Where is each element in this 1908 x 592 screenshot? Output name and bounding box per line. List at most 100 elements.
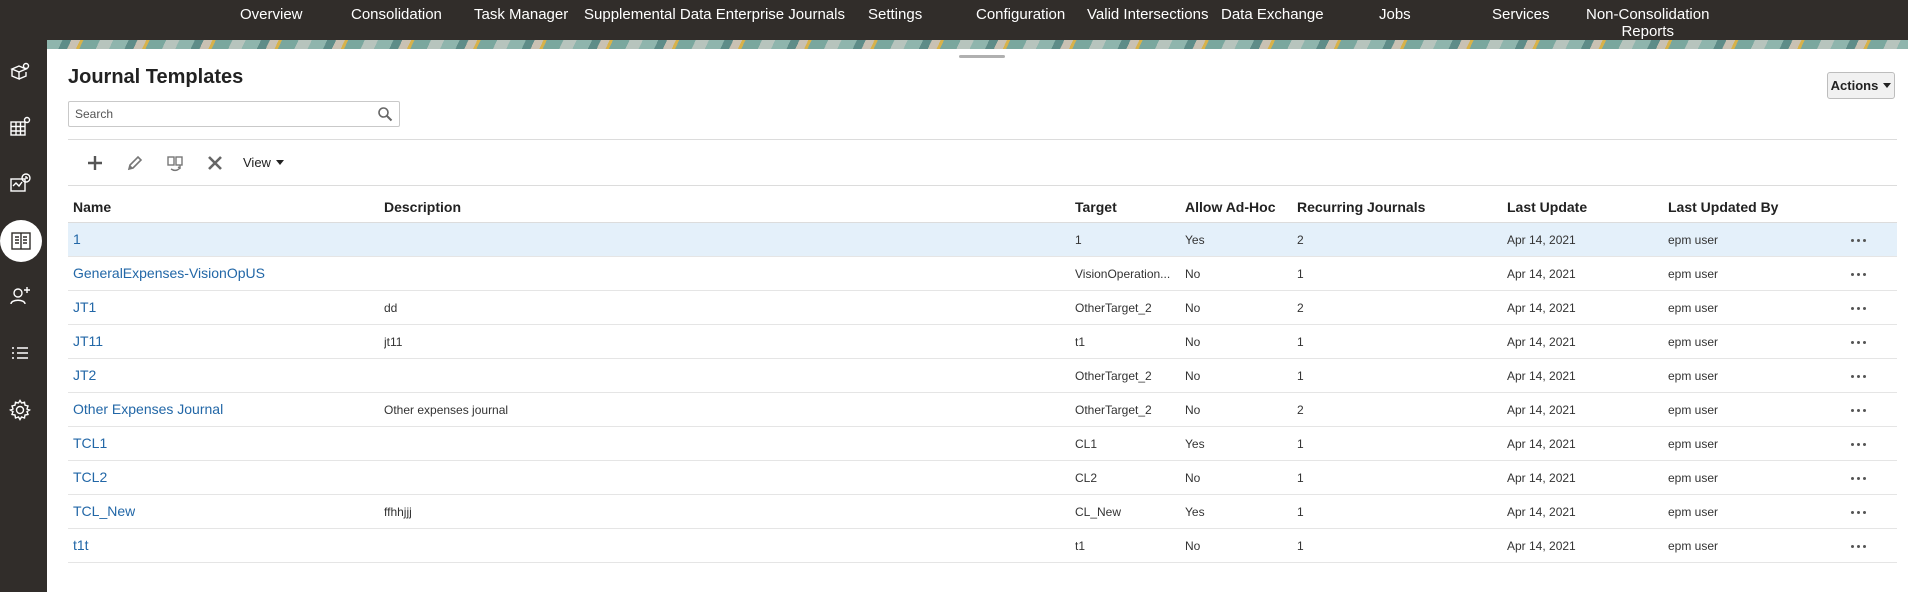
row-actions-more-icon[interactable]	[1846, 503, 1870, 521]
cell-recurring-journals: 2	[1297, 233, 1304, 247]
table-row[interactable]: TCL_New ffhhjjj CL_New Yes 1 Apr 14, 202…	[68, 495, 1897, 529]
table-header: Name Description Target Allow Ad-Hoc Rec…	[68, 191, 1897, 223]
template-name-link[interactable]: TCL2	[73, 469, 107, 485]
template-name-link[interactable]: 1	[73, 231, 81, 247]
cell-allow-adhoc: Yes	[1185, 233, 1205, 247]
nav-non-consolidation-reports[interactable]: Non-Consolidation Reports	[1586, 6, 1709, 40]
column-header-target[interactable]: Target	[1075, 199, 1117, 215]
nav-valid-intersections[interactable]: Valid Intersections	[1087, 6, 1208, 23]
table-row[interactable]: TCL1 CL1 Yes 1 Apr 14, 2021 epm user	[68, 427, 1897, 461]
left-navigation-rail	[0, 40, 47, 592]
actions-menu-button[interactable]: Actions	[1827, 72, 1895, 99]
template-name-link[interactable]: GeneralExpenses-VisionOpUS	[73, 265, 265, 281]
chevron-down-icon	[275, 160, 284, 165]
table-settings-icon[interactable]	[0, 107, 40, 147]
table-row[interactable]: GeneralExpenses-VisionOpUS VisionOperati…	[68, 257, 1897, 291]
cell-recurring-journals: 1	[1297, 471, 1304, 485]
book-icon[interactable]	[0, 220, 42, 262]
cell-description: Other expenses journal	[384, 403, 509, 417]
cell-last-update: Apr 14, 2021	[1507, 505, 1576, 519]
template-name-link[interactable]: JT11	[73, 333, 103, 349]
row-actions-more-icon[interactable]	[1846, 435, 1870, 453]
column-header-allow-adhoc[interactable]: Allow Ad-Hoc	[1185, 199, 1275, 215]
cube-location-icon[interactable]	[0, 52, 40, 92]
add-button[interactable]	[82, 150, 108, 176]
cell-recurring-journals: 2	[1297, 301, 1304, 315]
table-row[interactable]: t1t t1 No 1 Apr 14, 2021 epm user	[68, 529, 1897, 563]
table-row[interactable]: JT1 dd OtherTarget_2 No 2 Apr 14, 2021 e…	[68, 291, 1897, 325]
nav-non-consolidation-line1: Non-Consolidation	[1586, 6, 1710, 23]
row-actions-more-icon[interactable]	[1846, 231, 1870, 249]
cell-description: ffhhjjj	[384, 505, 412, 519]
row-actions-more-icon[interactable]	[1846, 537, 1870, 555]
cell-last-update: Apr 14, 2021	[1507, 301, 1576, 315]
table-row[interactable]: TCL2 CL2 No 1 Apr 14, 2021 epm user	[68, 461, 1897, 495]
page-title: Journal Templates	[68, 66, 244, 88]
cell-target: CL_New	[1075, 505, 1122, 519]
template-name-link[interactable]: JT2	[73, 367, 96, 383]
view-menu-button[interactable]: View	[243, 155, 284, 170]
cell-last-update: Apr 14, 2021	[1507, 335, 1576, 349]
cell-last-update: Apr 14, 2021	[1507, 403, 1576, 417]
column-header-recurring-journals[interactable]: Recurring Journals	[1297, 199, 1425, 215]
cell-last-updated-by: epm user	[1668, 301, 1719, 315]
row-actions-more-icon[interactable]	[1846, 469, 1870, 487]
table-row[interactable]: JT2 OtherTarget_2 No 1 Apr 14, 2021 epm …	[68, 359, 1897, 393]
cell-recurring-journals: 1	[1297, 335, 1304, 349]
cell-recurring-journals: 1	[1297, 539, 1304, 553]
gear-icon[interactable]	[0, 390, 40, 430]
task-schedule-icon[interactable]	[0, 163, 40, 203]
delete-button[interactable]	[202, 150, 228, 176]
nav-settings[interactable]: Settings	[868, 6, 922, 23]
copy-button[interactable]	[162, 150, 188, 176]
search-field	[68, 101, 400, 127]
cell-allow-adhoc: No	[1185, 539, 1201, 553]
search-input[interactable]	[69, 102, 359, 126]
cell-allow-adhoc: Yes	[1185, 505, 1205, 519]
nav-configuration[interactable]: Configuration	[976, 6, 1065, 23]
row-actions-more-icon[interactable]	[1846, 333, 1870, 351]
column-header-last-updated-by[interactable]: Last Updated By	[1668, 199, 1778, 215]
cell-allow-adhoc: No	[1185, 335, 1201, 349]
decorative-banner	[47, 40, 1908, 49]
edit-button[interactable]	[122, 150, 148, 176]
template-name-link[interactable]: t1t	[73, 537, 89, 553]
column-header-name[interactable]: Name	[73, 199, 111, 215]
template-name-link[interactable]: TCL1	[73, 435, 107, 451]
cell-target: OtherTarget_2	[1075, 403, 1152, 417]
table-row[interactable]: Other Expenses Journal Other expenses jo…	[68, 393, 1897, 427]
row-actions-more-icon[interactable]	[1846, 265, 1870, 283]
table-row[interactable]: 1 1 Yes 2 Apr 14, 2021 epm user	[68, 223, 1897, 257]
cell-allow-adhoc: No	[1185, 471, 1201, 485]
template-name-link[interactable]: JT1	[73, 299, 96, 315]
nav-services[interactable]: Services	[1492, 6, 1550, 23]
panel-drag-handle[interactable]	[959, 55, 1005, 58]
row-actions-more-icon[interactable]	[1846, 299, 1870, 317]
copy-icon	[167, 156, 183, 172]
cell-allow-adhoc: No	[1185, 403, 1201, 417]
nav-jobs[interactable]: Jobs	[1379, 6, 1411, 23]
edit-icon	[127, 155, 143, 171]
nav-task-manager[interactable]: Task Manager	[474, 6, 568, 23]
cell-recurring-journals: 2	[1297, 403, 1304, 417]
cell-last-updated-by: epm user	[1668, 539, 1719, 553]
add-user-icon[interactable]	[0, 276, 40, 316]
table-row[interactable]: JT11 jt11 t1 No 1 Apr 14, 2021 epm user	[68, 325, 1897, 359]
nav-supplemental-data-enterprise-journals[interactable]: Supplemental Data Enterprise Journals	[584, 6, 845, 23]
cell-target: CL2	[1075, 471, 1098, 485]
cell-last-updated-by: epm user	[1668, 471, 1719, 485]
cell-target: t1	[1075, 539, 1086, 553]
template-name-link[interactable]: TCL_New	[73, 503, 135, 519]
column-header-last-update[interactable]: Last Update	[1507, 199, 1587, 215]
divider	[68, 139, 1897, 140]
row-actions-more-icon[interactable]	[1846, 401, 1870, 419]
template-name-link[interactable]: Other Expenses Journal	[73, 401, 223, 417]
column-header-description[interactable]: Description	[384, 199, 461, 215]
search-icon[interactable]	[377, 106, 393, 122]
list-icon[interactable]	[0, 333, 40, 373]
nav-data-exchange[interactable]: Data Exchange	[1221, 6, 1324, 23]
add-icon	[88, 156, 102, 170]
nav-consolidation[interactable]: Consolidation	[351, 6, 442, 23]
row-actions-more-icon[interactable]	[1846, 367, 1870, 385]
nav-overview[interactable]: Overview	[240, 6, 303, 23]
